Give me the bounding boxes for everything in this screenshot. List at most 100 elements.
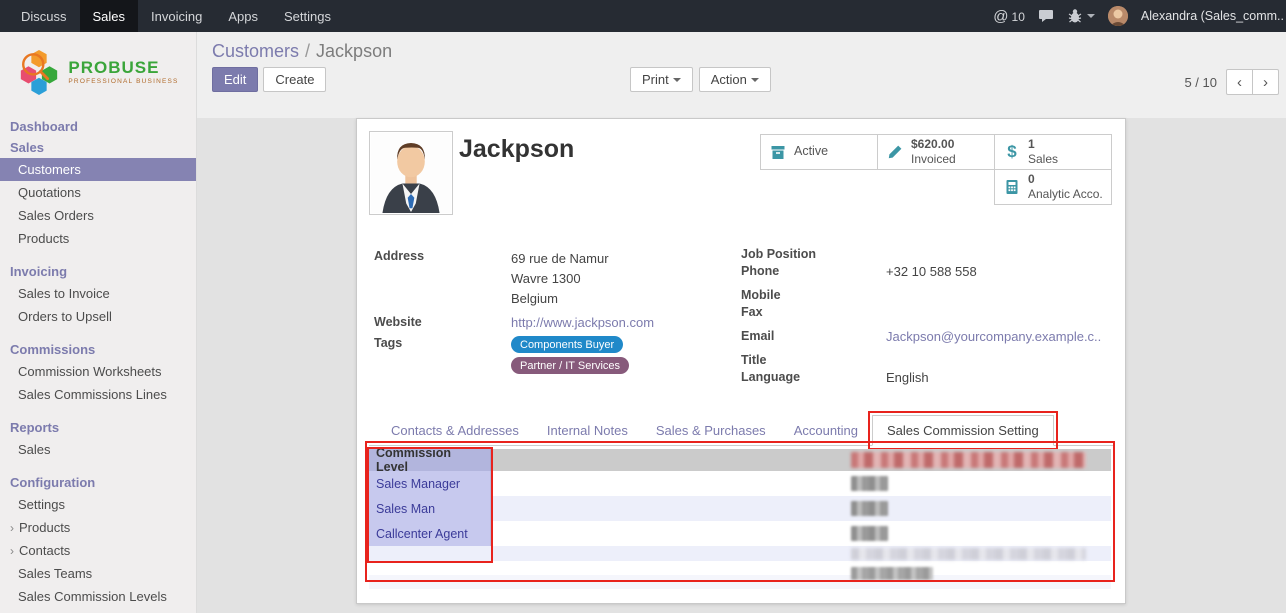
sidebar-item-products[interactable]: Products [0,227,196,250]
sidebar-item-sales-commission-levels[interactable]: Sales Commission Levels [0,585,196,608]
logo-subtitle: PROFESSIONAL BUSINESS [68,79,178,86]
tab-sales-commission-setting[interactable]: Sales Commission Setting [872,415,1054,446]
mobile-value[interactable] [886,288,1115,303]
commission-level-cell[interactable]: Sales Man [369,496,491,521]
phone-label: Phone [741,264,886,279]
language-label: Language [741,370,886,385]
title-value[interactable] [886,353,1115,368]
main-content: Customers / Jackpson Edit Create Print Act… [197,32,1286,613]
email-link[interactable]: Jackpson@yourcompany.example.c.. [886,329,1115,344]
pager-previous-button[interactable]: ‹ [1226,69,1253,95]
mobile-label: Mobile [741,288,886,303]
form-buttons: Edit Create [212,67,326,92]
address-value[interactable]: 69 rue de Namur Wavre 1300 Belgium [511,249,736,309]
tab-internal-notes[interactable]: Internal Notes [533,416,642,445]
stat-value: 1 [1028,137,1058,152]
action-button-label: Action [711,72,747,87]
sidebar-item-commission-worksheets[interactable]: Commission Worksheets [0,360,196,383]
invoiced-stat-button[interactable]: $620.00 Invoiced [877,134,995,170]
tab-accounting[interactable]: Accounting [780,416,872,445]
tab-contacts-addresses[interactable]: Contacts & Addresses [377,416,533,445]
sidebar-nav: Dashboard Sales Customers Quotations Sal… [0,116,196,608]
logo-title: PROBUSE [68,59,178,76]
table-row[interactable]: Sales Man [369,496,1111,521]
mention-counter[interactable]: @ 10 [993,8,1025,25]
table-row[interactable]: Callcenter Agent [369,521,1111,546]
sidebar-item-settings[interactable]: Settings [0,493,196,516]
menu-settings[interactable]: Settings [271,0,344,32]
tags-value: Components Buyer Partner / IT Services [511,336,736,378]
commission-level-cell[interactable]: Callcenter Agent [369,521,491,546]
menu-discuss[interactable]: Discuss [8,0,80,32]
sidebar-item-sales-commissions-lines[interactable]: Sales Commissions Lines [0,383,196,406]
website-label: Website [374,315,511,330]
breadcrumb-customers-link[interactable]: Customers [212,41,299,61]
chevron-right-icon: › [10,521,14,535]
sidebar-item-config-products[interactable]: ›Products [0,516,196,539]
sidebar-item-sales-teams[interactable]: Sales Teams [0,562,196,585]
email-label: Email [741,329,886,344]
top-navbar: Discuss Sales Invoicing Apps Settings @ … [0,0,1286,32]
table-cell-redacted [491,471,1111,496]
messages-icon[interactable] [1038,8,1054,24]
commission-level-cell[interactable]: Sales Manager [369,471,491,496]
language-value[interactable]: English [886,370,1115,385]
dollar-icon: $ [1003,142,1021,162]
breadcrumb-separator: / [305,41,310,61]
tag-partner-it-services[interactable]: Partner / IT Services [511,357,629,374]
pencil-icon [886,144,904,160]
sidebar-heading-invoicing[interactable]: Invoicing [0,261,196,282]
sidebar-item-reports-sales[interactable]: Sales [0,438,196,461]
table-cell-redacted [491,521,1111,546]
menu-apps[interactable]: Apps [215,0,271,32]
user-avatar[interactable] [1108,6,1128,26]
sidebar-item-config-contacts[interactable]: ›Contacts [0,539,196,562]
sidebar-item-sales-to-invoice[interactable]: Sales to Invoice [0,282,196,305]
pager-value: 5 / 10 [1184,75,1217,90]
print-button[interactable]: Print [630,67,693,92]
create-button[interactable]: Create [263,67,326,92]
table-empty-row [369,561,1111,575]
menu-sales[interactable]: Sales [80,0,139,32]
fields-right-column: Job Position Phone +32 10 588 558 Mobile… [741,247,1115,387]
tag-components-buyer[interactable]: Components Buyer [511,336,623,353]
stat-value: $620.00 [911,137,956,152]
stat-value: 0 [1028,172,1103,187]
table-empty-row [369,575,1111,589]
sidebar-heading-configuration[interactable]: Configuration [0,472,196,493]
phone-value[interactable]: +32 10 588 558 [886,264,1115,279]
sidebar-item-quotations[interactable]: Quotations [0,181,196,204]
fax-value[interactable] [886,305,1115,320]
table-row[interactable]: Sales Manager [369,471,1111,496]
sidebar: PROBUSE PROFESSIONAL BUSINESS Dashboard … [0,32,197,613]
sidebar-item-orders-to-upsell[interactable]: Orders to Upsell [0,305,196,328]
sidebar-heading-commissions[interactable]: Commissions [0,339,196,360]
probuse-logo[interactable]: PROBUSE PROFESSIONAL BUSINESS [0,32,196,116]
redacted-cell-block [851,501,888,516]
active-stat-button[interactable]: Active [760,134,878,170]
sidebar-heading-reports[interactable]: Reports [0,417,196,438]
analytic-stat-button[interactable]: 0 Analytic Acco... [994,169,1112,205]
pager-next-button[interactable]: › [1252,69,1279,95]
chevron-down-icon [751,78,759,82]
sidebar-heading-sales[interactable]: Sales [0,137,196,158]
sidebar-item-customers[interactable]: Customers [0,158,196,181]
edit-button[interactable]: Edit [212,67,258,92]
user-name[interactable]: Alexandra (Sales_comm.. [1141,9,1284,23]
record-title: Jackpson [459,135,574,164]
customer-photo[interactable] [369,131,453,215]
menu-invoicing[interactable]: Invoicing [138,0,215,32]
calculator-icon [1003,179,1021,195]
website-link[interactable]: http://www.jackpson.com [511,315,736,330]
tab-sales-purchases[interactable]: Sales & Purchases [642,416,780,445]
debug-icon[interactable] [1067,8,1095,24]
mention-count: 10 [1012,10,1025,24]
stat-label: Sales [1028,152,1058,167]
column-header-commission-level[interactable]: Commission Level [369,449,491,471]
sales-stat-button[interactable]: $ 1 Sales [994,134,1112,170]
sidebar-item-sales-orders[interactable]: Sales Orders [0,204,196,227]
sidebar-heading-dashboard[interactable]: Dashboard [0,116,196,137]
action-button[interactable]: Action [699,67,771,92]
address-label: Address [374,249,511,309]
job-position-value[interactable] [886,247,1115,262]
